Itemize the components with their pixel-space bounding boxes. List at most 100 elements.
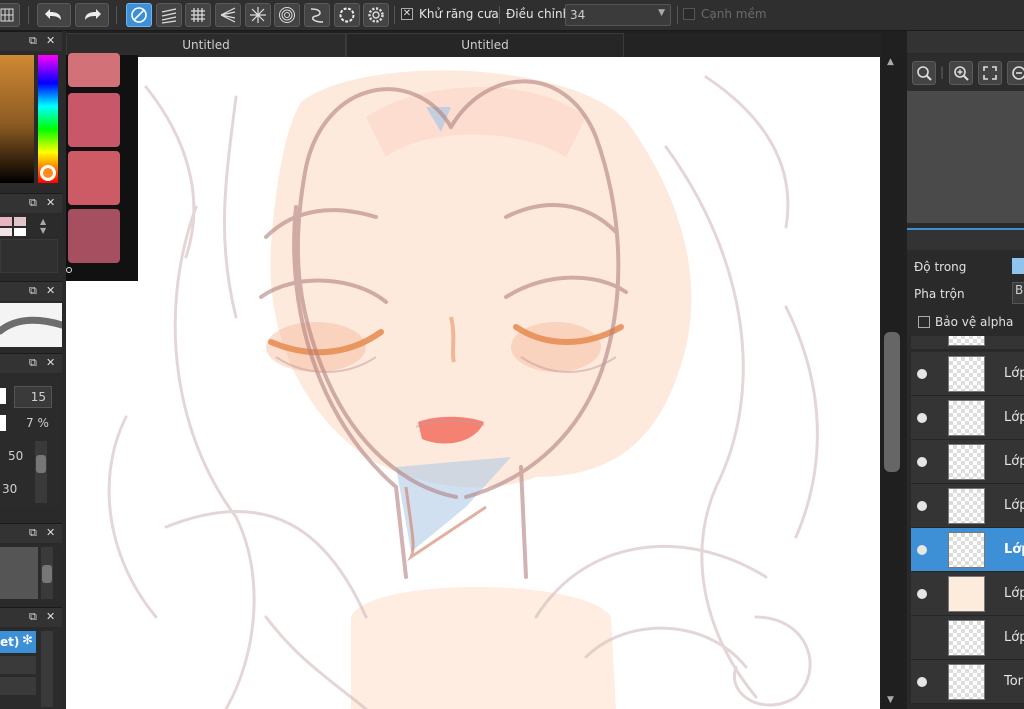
close-icon[interactable]: ✕ [46, 610, 55, 623]
color-strip-handle-icon[interactable] [66, 267, 72, 273]
scroll-up-icon[interactable]: ▲ [887, 57, 894, 67]
brush-opacity-value[interactable]: 7 % [26, 416, 49, 430]
vanishing-snap-button[interactable] [215, 3, 241, 27]
protect-alpha-label: Bảo vệ alpha [935, 315, 1014, 329]
radial-snap-button[interactable] [245, 3, 271, 27]
protect-alpha-checkbox[interactable] [918, 316, 930, 328]
brush-list-scrollbar[interactable] [41, 547, 53, 599]
zoom-fit-button[interactable] [912, 61, 936, 85]
eye-icon[interactable] [917, 589, 927, 599]
popout-icon[interactable]: ⧉ [29, 610, 37, 624]
layer-row[interactable]: Lớp [907, 396, 1024, 440]
popout-icon[interactable]: ⧉ [29, 526, 37, 540]
layer-thumbnail [948, 488, 985, 524]
layer-row[interactable]: Lớp [907, 484, 1024, 528]
material-scrollbar[interactable] [41, 631, 53, 707]
preset-item[interactable] [0, 677, 36, 695]
eye-icon[interactable] [917, 545, 927, 555]
brush-list-item[interactable] [0, 547, 38, 599]
popout-icon[interactable]: ⧉ [29, 356, 37, 370]
ellipse-snap-button[interactable] [334, 3, 360, 27]
antialias-checkbox[interactable]: ✕ [401, 8, 413, 20]
layer-thumbnail [948, 664, 985, 700]
preset-value-a[interactable]: 50 [8, 449, 23, 463]
layer-row[interactable]: Tor [907, 660, 1024, 704]
brush-list-scrollbar-thumb[interactable] [42, 565, 52, 583]
close-icon[interactable]: ✕ [46, 526, 55, 539]
hue-handle[interactable] [40, 165, 56, 181]
soft-edge-checkbox[interactable] [683, 8, 695, 20]
palette-color[interactable] [14, 228, 26, 236]
popout-icon[interactable]: ⧉ [29, 196, 37, 210]
close-icon[interactable]: ✕ [46, 284, 55, 297]
color-swatch[interactable] [68, 209, 120, 263]
layer-thumbnail [948, 336, 985, 346]
undo-button[interactable] [37, 3, 71, 27]
snap-settings-button[interactable] [363, 3, 389, 27]
layer-row[interactable]: Lớp [907, 616, 1024, 660]
gear-icon [368, 7, 384, 23]
color-panel-header: ⧉ ✕ [0, 31, 62, 51]
fit-screen-button[interactable] [978, 61, 1002, 85]
layer-thumbnail [948, 532, 985, 568]
saturation-value-area[interactable] [0, 55, 34, 183]
layer-row[interactable]: Lớp [907, 572, 1024, 616]
layer-row[interactable] [907, 336, 1024, 350]
menu-grid-button[interactable] [0, 3, 20, 27]
navigator-preview[interactable] [907, 91, 1024, 223]
hue-slider[interactable] [38, 55, 58, 183]
eye-icon[interactable] [917, 413, 927, 423]
toolbar: ✕ Khử răng cưa Điều chỉnh 34 ▼ Cạnh mềm [0, 0, 1024, 31]
right-panels: | Độ trong Pha trộn B Bảo vệ alpha Lớp L… [907, 31, 1024, 709]
redo-button[interactable] [75, 3, 109, 27]
tab-untitled-2[interactable]: Untitled [346, 33, 624, 57]
magnifier-icon [917, 66, 932, 81]
cross-snap-button[interactable] [185, 3, 211, 27]
eye-icon[interactable] [917, 369, 927, 379]
preset-selected-item[interactable]: et) ✻ [0, 631, 36, 653]
preset-item[interactable] [0, 656, 36, 674]
opacity-label: Độ trong [914, 260, 967, 274]
palette-color[interactable] [14, 217, 26, 226]
size-scrollbar[interactable] [35, 441, 47, 503]
color-swatch[interactable] [68, 53, 120, 87]
adjust-select[interactable]: 34 ▼ [565, 4, 671, 26]
canvas-vertical-scrollbar[interactable]: ▲ ▼ [881, 57, 903, 709]
close-icon[interactable]: ✕ [46, 356, 55, 369]
color-swatch[interactable] [68, 93, 120, 147]
zoom-in-button[interactable] [949, 61, 973, 85]
layer-row[interactable]: Lớp [907, 440, 1024, 484]
app-window: ✕ Khử răng cưa Điều chỉnh 34 ▼ Cạnh mềm … [0, 0, 1024, 709]
concentric-snap-button[interactable] [274, 3, 300, 27]
preset-value-b[interactable]: 30 [2, 482, 17, 496]
palette-color[interactable] [0, 228, 12, 236]
parallel-snap-button[interactable] [156, 3, 182, 27]
zoom-out-button[interactable] [1007, 61, 1024, 85]
canvas-scrollbar-thumb[interactable] [884, 332, 900, 472]
size-scrollbar-thumb[interactable] [36, 455, 46, 473]
opacity-slider[interactable] [1012, 258, 1024, 274]
layer-row-selected[interactable]: Lớp [907, 528, 1024, 572]
close-icon[interactable]: ✕ [46, 196, 55, 209]
close-icon[interactable]: ✕ [46, 34, 55, 47]
color-swatch[interactable] [68, 151, 120, 205]
eye-icon[interactable] [917, 677, 927, 687]
eye-icon[interactable] [917, 501, 927, 511]
scroll-down-icon[interactable]: ▼ [887, 695, 894, 705]
palette-color[interactable] [0, 217, 12, 226]
layer-row[interactable]: Lớp [907, 352, 1024, 396]
blend-mode-select[interactable]: B [1012, 282, 1024, 304]
popout-icon[interactable]: ⧉ [29, 34, 37, 48]
eye-icon[interactable] [917, 457, 927, 467]
scroll-arrows-icon[interactable]: ▲ ▼ [40, 217, 46, 235]
brush-size-field[interactable]: 15 [14, 386, 52, 408]
toolbar-separator [394, 6, 395, 24]
curve-snap-button[interactable] [304, 3, 330, 27]
size-swatch [0, 388, 6, 404]
layer-name: Lớp [1004, 630, 1024, 645]
snap-off-button[interactable] [126, 3, 152, 27]
popout-icon[interactable]: ⧉ [29, 284, 37, 298]
gear-icon[interactable]: ✻ [22, 633, 33, 648]
layer-list-scrollbar[interactable] [907, 336, 911, 709]
navigator-panel-header [907, 31, 1024, 53]
